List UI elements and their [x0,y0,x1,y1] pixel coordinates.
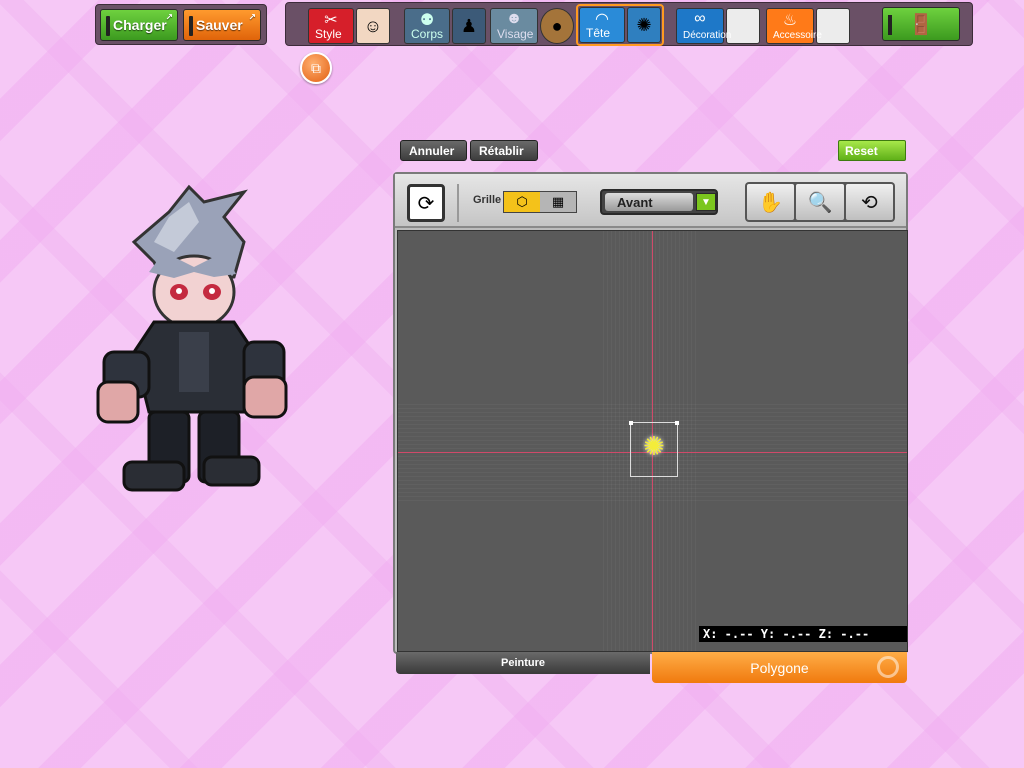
save-label: Sauver [196,17,243,33]
lock-icon[interactable]: ⧉ [300,52,332,84]
expand-arrow-icon: ↗ [165,12,173,22]
category-corps-label-box: ⚉ Corps [404,8,450,44]
character-preview[interactable] [94,182,309,497]
hex-grid-icon[interactable]: ⬡ [504,192,540,212]
head-icon: ◠ [595,11,609,28]
grid-toggle: ⬡ ▦ [503,191,577,213]
category-accessoire-label-box: ♨ Accessoire [766,8,822,44]
square-grid-icon[interactable]: ▦ [540,192,576,212]
pan-hand-icon[interactable]: ✋ [747,184,795,220]
selection-handle[interactable] [629,421,633,425]
face-thumbnail: ● [540,8,574,44]
face-icon: ☻ [505,10,523,27]
chevron-down-icon[interactable]: ▼ [696,193,716,211]
sparkle-object-icon[interactable]: ✺ [643,431,665,462]
exit-button[interactable]: 🚪 [882,7,960,41]
category-corps[interactable]: ⚉ Corps ♟ [404,6,486,44]
indicator-led [189,16,193,36]
editor-viewport[interactable]: ✺ X: -.-- Y: -.-- Z: -.-- [397,230,908,652]
style-thumbnail: ☺ [356,8,390,44]
zoom-icon[interactable]: 🔍 [796,184,844,220]
category-visage[interactable]: ☻ Visage ● [490,6,574,44]
category-tete[interactable]: ◠ Tête ✺ [576,4,664,46]
grid-label: Grille [473,194,502,206]
editor-toolbar: ⟳ Grille ⬡ ▦ Avant ▼ ✋ 🔍 ⟲ [395,174,906,228]
reset-button[interactable]: Reset [838,140,906,161]
body-icon: ⚉ [419,12,435,29]
category-decoration-label-box: ∞ Décoration [676,8,731,44]
indicator-led [106,16,110,36]
tab-peinture[interactable]: Peinture [396,652,650,674]
accessory-icon: ♨ [782,12,798,29]
head-thumbnail: ✺ [627,7,661,43]
exit-door-icon: 🚪 [908,13,934,36]
ring-icon [877,656,899,678]
category-style-label-box: ✂ Style [308,8,354,44]
toolbar-separator [457,184,459,222]
undo-button[interactable]: Annuler [400,140,467,161]
coordinate-readout: X: -.-- Y: -.-- Z: -.-- [699,626,907,642]
style-icon: ✂ [324,12,338,29]
category-bar: ✂ Style ☺ ⚉ Corps ♟ ☻ Visage ● ◠ Tête ✺ … [285,2,973,46]
indicator-led [888,15,892,35]
category-tete-label-box: ◠ Tête [579,7,625,43]
body-thumbnail: ♟ [452,8,486,44]
file-bar: Charger ↗ Sauver ↗ [95,4,267,45]
category-decoration[interactable]: ∞ Décoration [676,6,760,44]
tab-polygone-label: Polygone [750,659,809,676]
category-style[interactable]: ✂ Style ☺ [308,6,390,44]
load-label: Charger [113,17,167,33]
view-select[interactable]: Avant ▼ [600,189,718,215]
category-visage-label-box: ☻ Visage [490,8,538,44]
editor-panel: ⟳ Grille ⬡ ▦ Avant ▼ ✋ 🔍 ⟲ ✺ X: -.-- Y: … [393,172,908,654]
rotate-camera-icon[interactable]: ⟲ [845,184,893,220]
expand-arrow-icon: ↗ [248,12,256,22]
glasses-icon: ∞ [694,10,706,27]
category-label: Décoration [683,30,732,41]
redo-button[interactable]: Rétablir [470,140,538,161]
view-select-value: Avant [605,193,693,211]
load-button[interactable]: Charger ↗ [100,9,178,41]
selection-handle[interactable] [675,421,679,425]
view-tool-group: ✋ 🔍 ⟲ [745,182,895,222]
category-label: Accessoire [773,30,822,41]
category-accessoire[interactable]: ♨ Accessoire [766,6,850,44]
category-label: Visage [497,27,534,41]
rotate-view-icon[interactable]: ⟳ [407,184,445,222]
tab-polygone[interactable]: Polygone [652,652,907,683]
save-button[interactable]: Sauver ↗ [183,9,261,41]
